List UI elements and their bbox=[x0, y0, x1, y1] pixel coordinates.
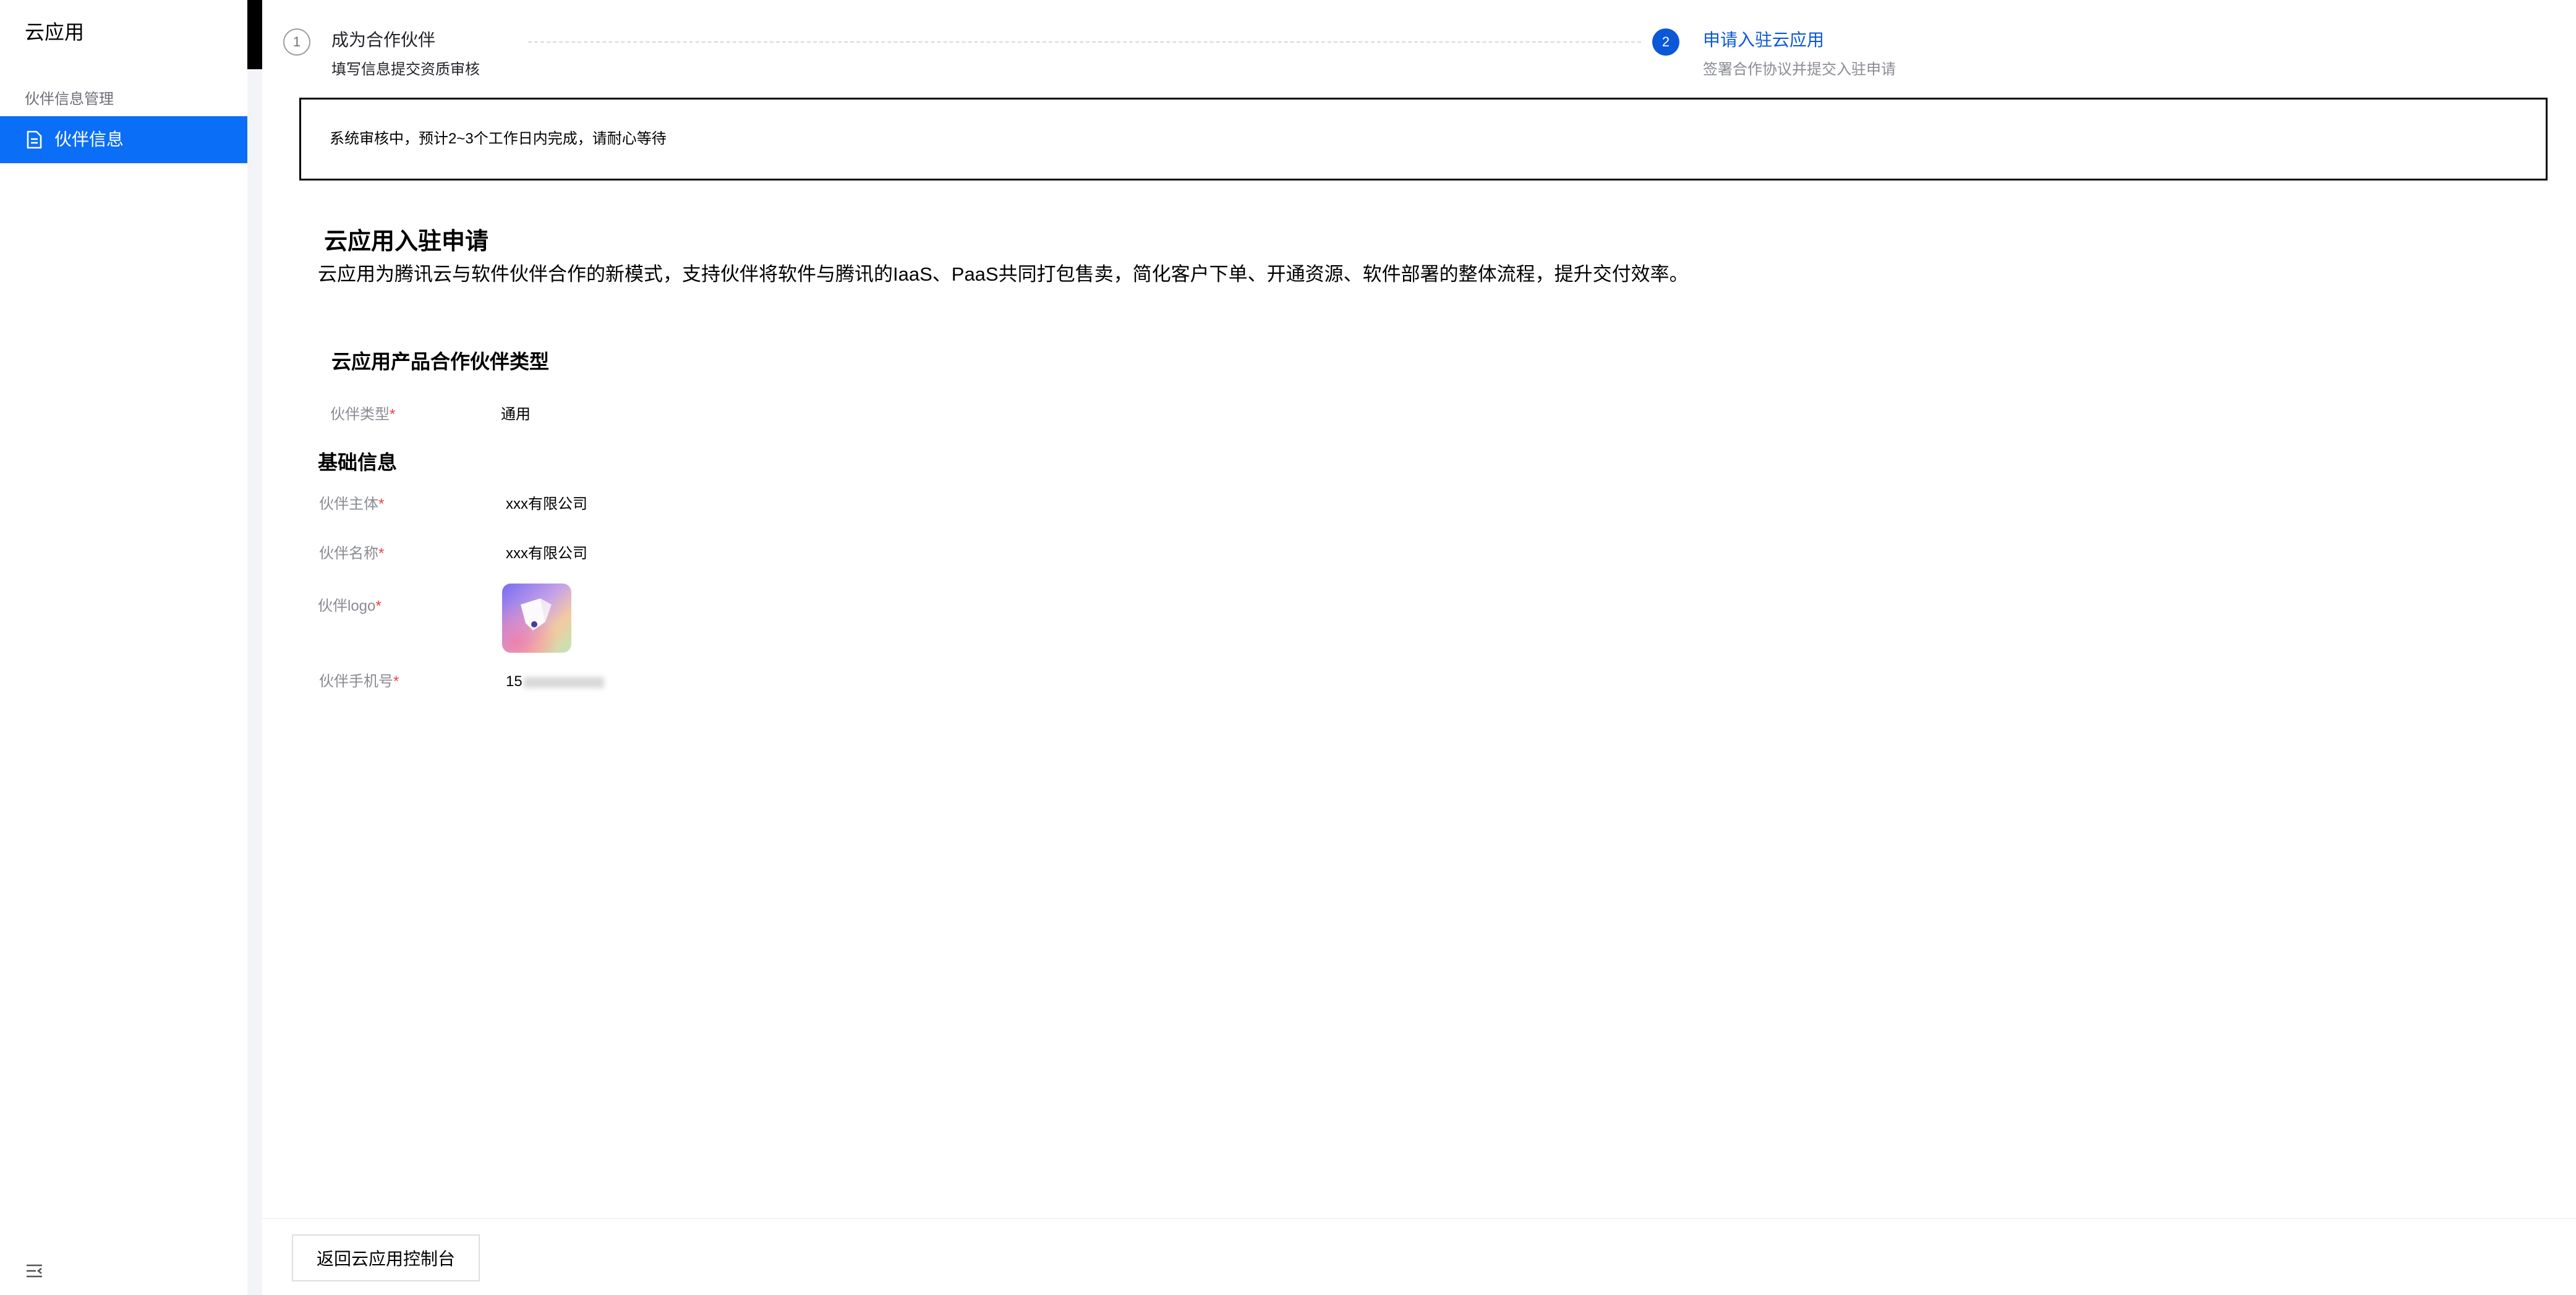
main-panel: 1 成为合作伙伴 填写信息提交资质审核 2 申请入驻云应用 签署合作协议并提交入… bbox=[262, 0, 2576, 1218]
required-mark: * bbox=[390, 406, 396, 423]
intro-text: 云应用为腾讯云与软件伙伴合作的新模式，支持伙伴将软件与腾讯的IaaS、PaaS共… bbox=[318, 263, 1689, 285]
required-mark: * bbox=[393, 673, 399, 690]
review-notice: 系统审核中，预计2~3个工作日内完成，请耐心等待 bbox=[299, 98, 2548, 180]
required-mark: * bbox=[378, 545, 385, 562]
partner-phone-value: 15 bbox=[506, 673, 604, 691]
partner-phone-visible-digits: 15 bbox=[506, 673, 522, 690]
partner-type-label-text: 伙伴类型 bbox=[330, 406, 390, 423]
step-2-title: 申请入驻云应用 bbox=[1703, 30, 1825, 49]
required-mark: * bbox=[375, 598, 382, 614]
partner-entity-label-text: 伙伴主体 bbox=[319, 496, 378, 512]
basic-info-heading: 基础信息 bbox=[318, 451, 398, 473]
step-1-description: 填写信息提交资质审核 bbox=[331, 61, 480, 78]
footer-bar: 返回云应用控制台 bbox=[262, 1219, 2576, 1295]
step-2-description: 签署合作协议并提交入驻申请 bbox=[1703, 61, 1896, 78]
review-notice-text: 系统审核中，预计2~3个工作日内完成，请耐心等待 bbox=[330, 130, 667, 147]
partner-type-value: 通用 bbox=[501, 406, 531, 423]
partner-logo-image bbox=[502, 584, 571, 653]
menu-collapse-icon[interactable] bbox=[25, 1261, 45, 1281]
partner-type-label: 伙伴类型* bbox=[330, 405, 395, 424]
step-connector bbox=[528, 41, 1641, 43]
step-1-indicator: 1 bbox=[283, 28, 310, 56]
app-title: 云应用 bbox=[25, 21, 85, 43]
partner-type-heading: 云应用产品合作伙伴类型 bbox=[331, 350, 550, 373]
nav-group-label: 伙伴信息管理 bbox=[25, 91, 114, 108]
partner-name-label: 伙伴名称* bbox=[319, 545, 384, 563]
partner-phone-label-text: 伙伴手机号 bbox=[319, 673, 393, 690]
sidebar-item-partner-info[interactable]: 伙伴信息 bbox=[0, 116, 247, 163]
partner-entity-value: xxx有限公司 bbox=[506, 496, 587, 512]
divider-strip bbox=[247, 0, 262, 69]
partner-phone-label: 伙伴手机号* bbox=[319, 673, 399, 691]
back-to-console-button[interactable]: 返回云应用控制台 bbox=[292, 1234, 480, 1281]
page-title: 云应用入驻申请 bbox=[324, 229, 489, 255]
sidebar-item-label: 伙伴信息 bbox=[54, 130, 124, 149]
sidebar: 云应用 伙伴信息管理 伙伴信息 bbox=[0, 0, 247, 1295]
partner-name-label-text: 伙伴名称 bbox=[319, 545, 378, 562]
step-2-indicator: 2 bbox=[1652, 28, 1679, 56]
partner-logo-label-text: 伙伴logo bbox=[318, 598, 376, 614]
step-1-title: 成为合作伙伴 bbox=[331, 30, 436, 49]
partner-entity-label: 伙伴主体* bbox=[319, 495, 384, 514]
required-mark: * bbox=[378, 496, 385, 512]
document-icon bbox=[25, 130, 43, 149]
partner-logo-label: 伙伴logo* bbox=[318, 597, 382, 616]
redacted-mask bbox=[523, 676, 604, 688]
partner-name-value: xxx有限公司 bbox=[506, 545, 587, 562]
